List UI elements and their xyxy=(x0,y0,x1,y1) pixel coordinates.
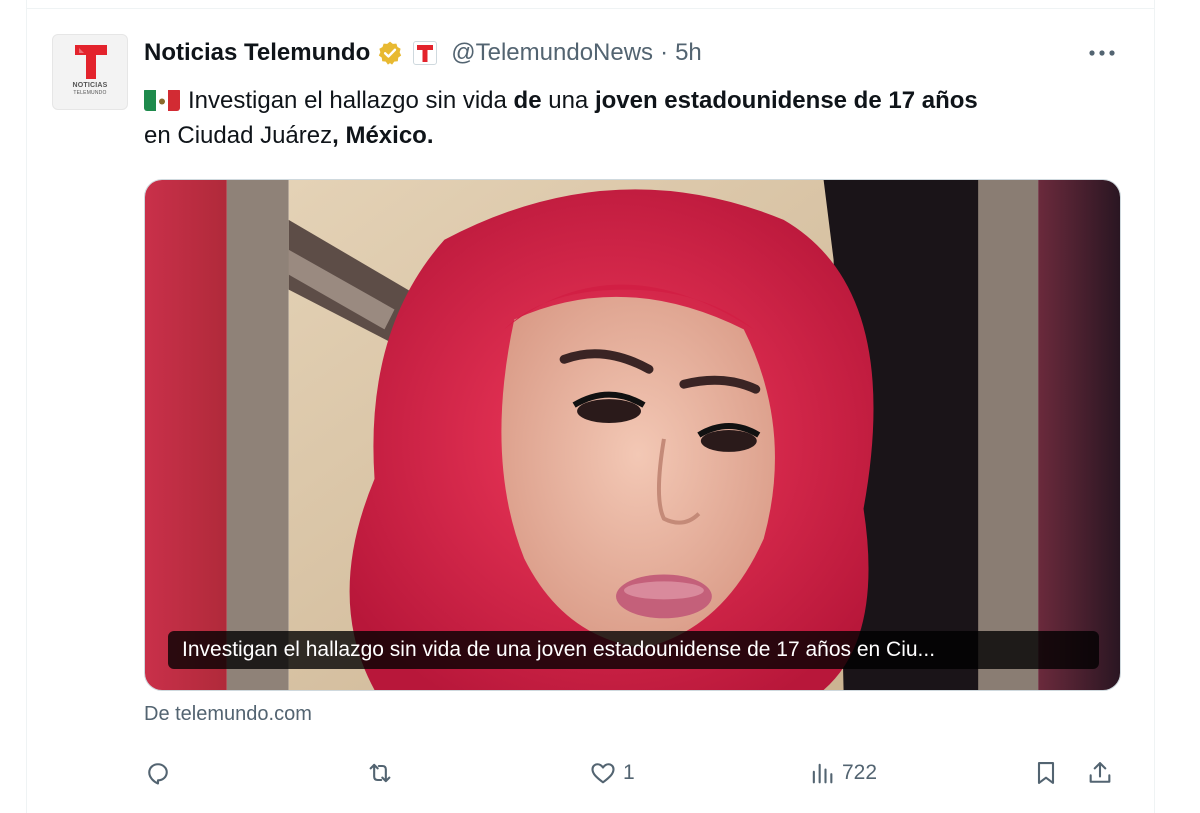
tweet-text-part: Investigan el hallazgo sin vida xyxy=(188,87,514,114)
timeline-border-left xyxy=(26,0,27,813)
bookmark-icon xyxy=(1037,762,1055,784)
tweet-text: Investigan el hallazgo sin vida de una j… xyxy=(144,83,1134,153)
tweet-divider xyxy=(26,8,1155,9)
card-source-domain[interactable]: De telemundo.com xyxy=(144,703,312,726)
retweet-icon xyxy=(369,763,391,783)
author-display-name[interactable]: Noticias Telemundo xyxy=(144,39,370,67)
timeline-border-right xyxy=(1154,0,1155,813)
views-button[interactable]: 722 xyxy=(808,750,877,796)
more-options-icon[interactable] xyxy=(1082,38,1122,68)
views-icon xyxy=(812,763,833,784)
bookmark-button[interactable] xyxy=(1032,750,1060,796)
retweet-button[interactable] xyxy=(366,750,394,796)
tweet-text-part-bold: de xyxy=(513,87,542,114)
tweet-header: Noticias Telemundo @TelemundoNews · 5h xyxy=(144,36,702,70)
share-icon xyxy=(1089,762,1111,783)
avatar-text-telemundo: TELEMUNDO xyxy=(73,90,107,96)
tweet-text-part-bold: joven estadounidense de 17 años xyxy=(594,87,978,114)
like-button[interactable]: 1 xyxy=(589,750,635,796)
separator-dot: · xyxy=(660,39,669,66)
mexico-flag-icon xyxy=(144,88,180,111)
author-avatar[interactable]: NOTICIAS TELEMUNDO xyxy=(52,34,128,110)
verified-badge-icon[interactable] xyxy=(377,40,403,66)
telemundo-logo-icon xyxy=(75,45,107,79)
link-preview-card[interactable]: Investigan el hallazgo sin vida de una j… xyxy=(144,179,1121,691)
avatar-text-noticias: NOTICIAS xyxy=(72,82,108,89)
reply-icon xyxy=(148,763,168,785)
like-icon xyxy=(591,763,615,784)
tweet-text-part: una xyxy=(541,87,595,114)
like-count: 1 xyxy=(623,761,635,784)
card-photo xyxy=(145,180,1120,690)
tweet-action-bar: 1 722 xyxy=(140,750,1130,796)
affiliate-badge-icon[interactable] xyxy=(413,41,438,65)
tweet-text-part-bold: , México. xyxy=(332,122,434,149)
tweet-timestamp[interactable]: 5h xyxy=(675,39,702,67)
reply-button[interactable] xyxy=(144,750,172,796)
author-handle[interactable]: @TelemundoNews xyxy=(451,39,653,67)
tweet-text-part: en Ciudad Juárez xyxy=(144,122,333,149)
share-button[interactable] xyxy=(1086,750,1114,796)
card-title: Investigan el hallazgo sin vida de una j… xyxy=(168,631,1099,669)
views-count: 722 xyxy=(842,761,878,784)
